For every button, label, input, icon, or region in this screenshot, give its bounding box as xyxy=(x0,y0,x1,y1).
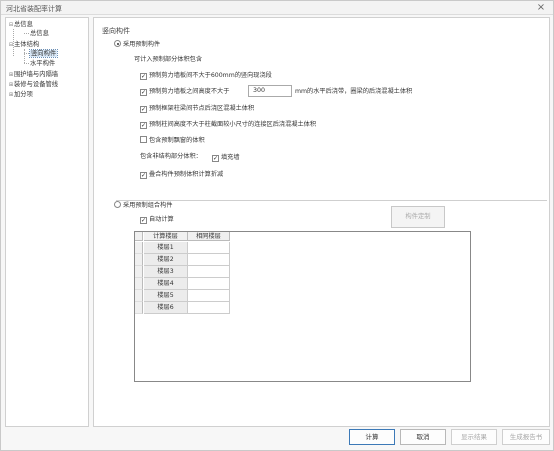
generate-report-button[interactable]: 生成报告书 xyxy=(502,429,550,445)
tree-item-label: 装修与设备管线 xyxy=(14,81,59,88)
prefab-radio-option[interactable]: 采用预制构件 xyxy=(114,40,160,50)
auto-calc-checkbox[interactable]: ✓ xyxy=(140,217,147,224)
tree-item-horizontal-members[interactable]: 水平构件 xyxy=(30,59,55,68)
tree-connector xyxy=(24,49,25,63)
prefab-radio-label: 采用预制构件 xyxy=(123,41,161,48)
tree-item-general-info[interactable]: 总信息 xyxy=(30,29,49,38)
deduct-option[interactable]: ✓ 叠合构件预制体积计算折减 xyxy=(140,170,223,180)
tree-item-main-structure[interactable]: ⊟主体结构 xyxy=(8,40,39,49)
deduct-checkbox[interactable]: ✓ xyxy=(140,172,147,179)
grid-cell-floor[interactable]: 楼层5 xyxy=(144,290,188,302)
grid-header-calc-floor[interactable]: 计算楼层 xyxy=(144,232,188,241)
horizontal-band-label: 预制剪力墙板之间高度不大于 xyxy=(149,88,230,95)
horizontal-band-suffix: mm的水平后浇带，圈梁的后浇混凝土体积 xyxy=(295,88,413,95)
grid-cell-floor[interactable]: 楼层1 xyxy=(144,242,188,254)
bay-window-checkbox[interactable] xyxy=(140,136,147,143)
horizontal-band-checkbox[interactable]: ✓ xyxy=(140,89,147,96)
grid-cell-same[interactable] xyxy=(188,266,230,278)
combined-radio-option[interactable]: 采用预制组合构件 xyxy=(114,201,173,211)
tree-item-label: 竖向构件 xyxy=(28,49,59,58)
grid-header-same-floor[interactable]: 相同楼层 xyxy=(188,232,230,241)
tree-connector xyxy=(24,53,29,54)
column-joint-label: 预制柱间高度不大于柱截面较小尺寸的连接区后浇混凝土体积 xyxy=(149,121,317,128)
frame-joint-label: 预制框架柱梁间节点后浇区混凝土体积 xyxy=(149,105,255,112)
nav-tree: ⊟总信息 总信息 ⊟主体结构 竖向构件 水平构件 ⊞围护墙与内隔墙 ⊞装修与设备… xyxy=(5,17,89,427)
included-intro-text: 可计入预制部分体积包含 xyxy=(134,56,203,63)
tree-item-label: 水平构件 xyxy=(30,60,56,67)
wall-gap-label: 预制剪力墙板间不大于600mm的竖向现浇段 xyxy=(149,72,272,79)
dialog-window: 河北省装配率计算 × ⊟总信息 总信息 ⊟主体结构 竖向构件 水平构件 ⊞围护墙… xyxy=(0,0,554,451)
grid-row-header[interactable] xyxy=(135,290,143,302)
tree-item-decoration-pipelines[interactable]: ⊞装修与设备管线 xyxy=(8,80,58,89)
deduct-label: 叠合构件预制体积计算折减 xyxy=(149,171,224,178)
bay-window-label: 包含预制飘窗的体积 xyxy=(149,137,205,144)
frame-joint-option[interactable]: ✓ 预制框架柱梁间节点后浇区混凝土体积 xyxy=(140,104,254,114)
frame-joint-checkbox[interactable]: ✓ xyxy=(140,106,147,113)
custom-member-button[interactable]: 构件定制 xyxy=(391,206,445,228)
column-joint-option[interactable]: ✓ 预制柱间高度不大于柱截面较小尺寸的连接区后浇混凝土体积 xyxy=(140,120,316,130)
tree-item-label: 总信息 xyxy=(14,21,33,28)
grid-cell-same[interactable] xyxy=(188,290,230,302)
auto-calc-label: 自动计算 xyxy=(149,216,174,223)
tree-item-label: 围护墙与内隔墙 xyxy=(14,71,59,78)
auto-calc-option[interactable]: ✓ 自动计算 xyxy=(140,215,174,225)
tree-item-bonus-items[interactable]: ⊞加分项 xyxy=(8,90,33,99)
tree-item-enclosure-walls[interactable]: ⊞围护墙与内隔墙 xyxy=(8,70,58,79)
bay-window-option[interactable]: 包含预制飘窗的体积 xyxy=(140,136,205,146)
grid-corner xyxy=(135,232,143,241)
band-height-input[interactable]: 300 xyxy=(248,85,292,97)
tree-item-vertical-members[interactable]: 竖向构件 xyxy=(28,49,59,58)
grid-cell-same[interactable] xyxy=(188,254,230,266)
close-icon[interactable]: × xyxy=(535,2,547,14)
grid-row-header[interactable] xyxy=(135,242,143,254)
calculate-button[interactable]: 计算 xyxy=(349,429,395,445)
tree-item-general[interactable]: ⊟总信息 xyxy=(8,20,33,29)
section-title: 竖向构件 xyxy=(102,27,130,35)
combined-radio[interactable] xyxy=(114,201,121,208)
prefab-radio[interactable] xyxy=(114,40,121,47)
horizontal-band-option[interactable]: ✓ 预制剪力墙板之间高度不大于 xyxy=(140,87,229,97)
grid-cell-same[interactable] xyxy=(188,242,230,254)
title-bar: 河北省装配率计算 × xyxy=(1,1,553,15)
tree-connector xyxy=(24,63,29,64)
combined-radio-label: 采用预制组合构件 xyxy=(123,202,173,209)
grid-cell-floor[interactable]: 楼层2 xyxy=(144,254,188,266)
tree-item-label: 主体结构 xyxy=(14,41,40,48)
column-joint-checkbox[interactable]: ✓ xyxy=(140,122,147,129)
grid-row-header[interactable] xyxy=(135,254,143,266)
infill-option[interactable]: ✓ 填充墙 xyxy=(212,153,240,163)
grid-row-header[interactable] xyxy=(135,302,143,314)
grid-cell-same[interactable] xyxy=(188,278,230,290)
grid-cell-same[interactable] xyxy=(188,302,230,314)
settings-panel: 竖向构件 采用预制构件 可计入预制部分体积包含 ✓ 预制剪力墙板间不大于600mm… xyxy=(93,17,550,427)
grid-cell-floor[interactable]: 楼层6 xyxy=(144,302,188,314)
section-divider xyxy=(116,200,547,201)
window-title: 河北省装配率计算 xyxy=(6,5,62,13)
nonstruct-label: 包含非结构部分体积： xyxy=(140,153,202,160)
cancel-button[interactable]: 取消 xyxy=(400,429,446,445)
floor-grid[interactable]: 计算楼层 相同楼层 楼层1 楼层2 楼层3 楼层4 楼层5 楼层6 xyxy=(134,231,471,382)
wall-gap-option[interactable]: ✓ 预制剪力墙板间不大于600mm的竖向现浇段 xyxy=(140,71,272,81)
infill-checkbox[interactable]: ✓ xyxy=(212,155,219,162)
infill-label: 填充墙 xyxy=(221,154,240,161)
tree-item-label: 加分项 xyxy=(14,91,33,98)
tree-connector xyxy=(24,33,29,34)
grid-row-header[interactable] xyxy=(135,278,143,290)
show-result-button[interactable]: 显示结果 xyxy=(451,429,497,445)
tree-item-label: 总信息 xyxy=(30,30,49,37)
wall-gap-checkbox[interactable]: ✓ xyxy=(140,73,147,80)
grid-cell-floor[interactable]: 楼层3 xyxy=(144,266,188,278)
grid-cell-floor[interactable]: 楼层4 xyxy=(144,278,188,290)
grid-row-header[interactable] xyxy=(135,266,143,278)
